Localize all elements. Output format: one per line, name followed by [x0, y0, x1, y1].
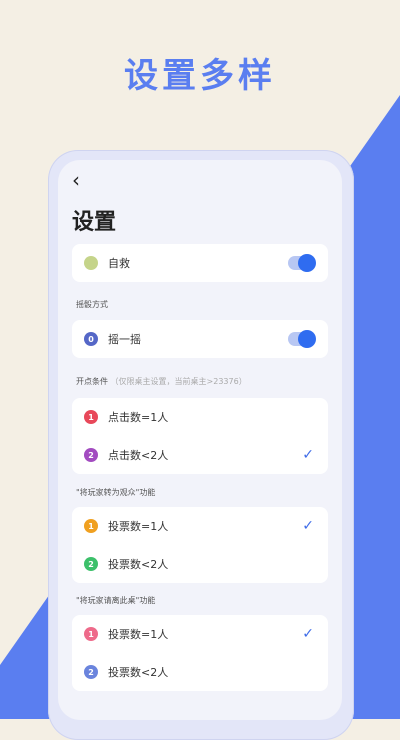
section-method: 摇骰方式 [76, 300, 108, 309]
self-label: 自救 [108, 257, 130, 270]
option-row[interactable]: 1 投票数=1人 ✓ [72, 615, 328, 653]
option-row[interactable]: 2 投票数<2人 [72, 653, 328, 691]
option-label: 点击数=1人 [108, 411, 169, 424]
section-open-condition-title: 开点条件 [76, 377, 108, 386]
settings-screen: ‹ 设置 自救 摇骰方式 0 摇一摇 开点条件 （仅限桌主设置，当前桌主>233… [58, 160, 342, 720]
section-open-condition: 开点条件 （仅限桌主设置，当前桌主>23376） [76, 376, 247, 387]
check-icon: ✓ [302, 518, 314, 534]
shake-label: 摇一摇 [108, 333, 141, 346]
self-dot-icon [84, 256, 98, 270]
number-badge-icon: 2 [84, 557, 98, 571]
check-icon: ✓ [302, 626, 314, 642]
option-row[interactable]: 1 点击数=1人 [72, 398, 328, 436]
page-title: 设置 [72, 210, 117, 235]
self-toggle[interactable] [288, 254, 316, 272]
option-label: 投票数=1人 [108, 520, 169, 533]
number-badge-icon: 1 [84, 410, 98, 424]
chevron-left-icon[interactable]: ‹ [72, 168, 92, 192]
section-turn-watch: "将玩家转为观众"功能 [76, 488, 156, 497]
section-invite-leave: "将玩家请离此桌"功能 [76, 596, 156, 605]
option-label: 投票数<2人 [108, 666, 169, 679]
shake-dot-icon: 0 [84, 332, 98, 346]
shake-toggle[interactable] [288, 330, 316, 348]
option-row[interactable]: 2 投票数<2人 [72, 545, 328, 583]
self-card: 自救 [72, 244, 328, 282]
number-badge-icon: 1 [84, 519, 98, 533]
toggle-knob [298, 254, 316, 272]
check-icon: ✓ [302, 447, 314, 463]
option-row[interactable]: 1 投票数=1人 ✓ [72, 507, 328, 545]
number-badge-icon: 1 [84, 627, 98, 641]
shake-card: 0 摇一摇 [72, 320, 328, 358]
option-row[interactable]: 2 点击数<2人 ✓ [72, 436, 328, 474]
option-label: 点击数<2人 [108, 449, 169, 462]
option-label: 投票数<2人 [108, 558, 169, 571]
leave-options-card: 1 投票数=1人 ✓ 2 投票数<2人 [72, 615, 328, 691]
number-badge-icon: 2 [84, 448, 98, 462]
number-badge-icon: 2 [84, 665, 98, 679]
watch-options-card: 1 投票数=1人 ✓ 2 投票数<2人 [72, 507, 328, 583]
option-label: 投票数=1人 [108, 628, 169, 641]
self-row[interactable]: 自救 [72, 244, 328, 282]
headline: 设置多样 [124, 56, 276, 96]
toggle-knob [298, 330, 316, 348]
section-open-condition-note: （仅限桌主设置，当前桌主>23376） [110, 377, 247, 386]
open-options-card: 1 点击数=1人 2 点击数<2人 ✓ [72, 398, 328, 474]
shake-row[interactable]: 0 摇一摇 [72, 320, 328, 358]
